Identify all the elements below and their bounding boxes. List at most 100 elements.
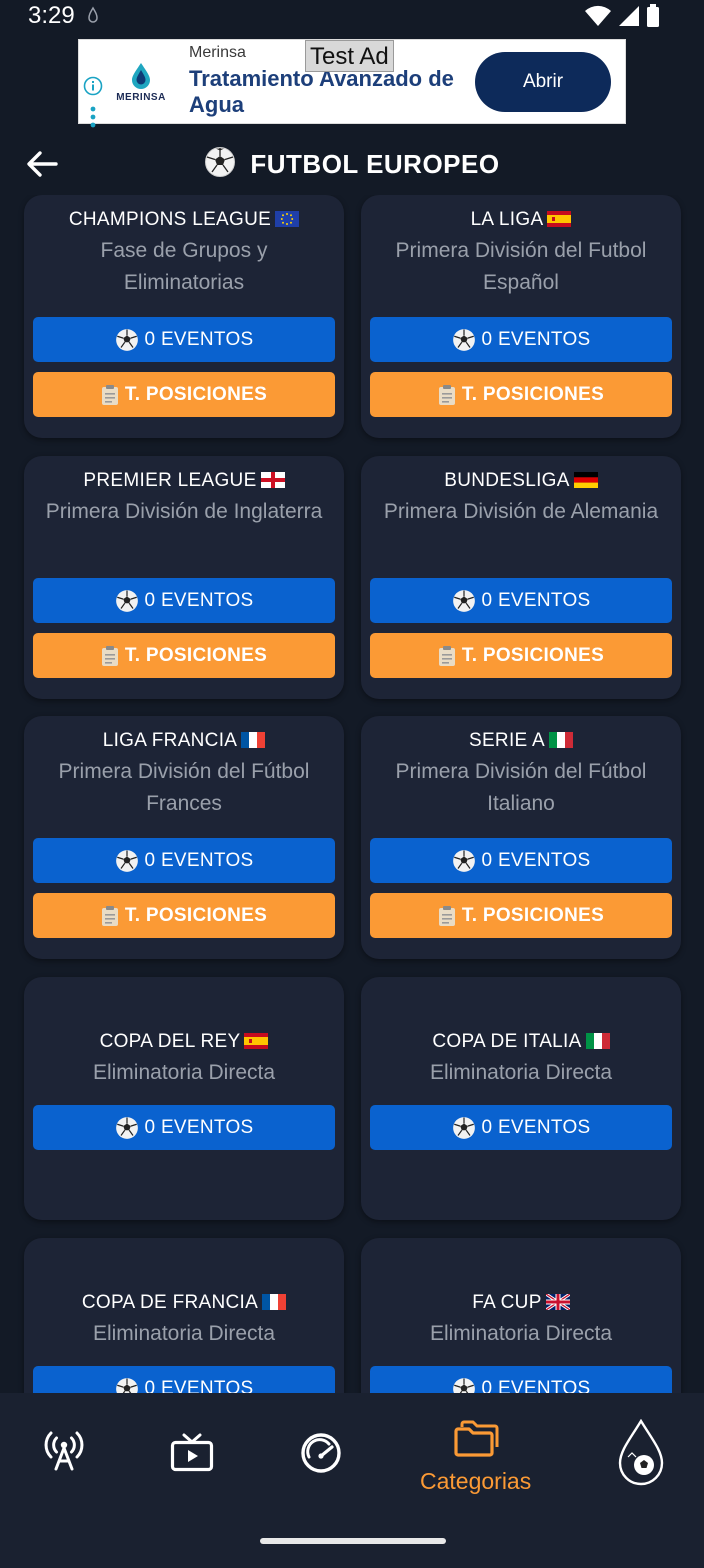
- ad-info-icon[interactable]: [83, 76, 103, 101]
- standings-button[interactable]: T. POSICIONES: [370, 893, 672, 938]
- soccer-ball-icon: [452, 1377, 476, 1393]
- league-subtitle: Eliminatoria Directa: [92, 1322, 276, 1345]
- standings-button-label: T. POSICIONES: [124, 644, 268, 666]
- test-ad-label: Test Ad: [305, 40, 394, 72]
- nav-categories-label[interactable]: Categorias: [420, 1468, 531, 1495]
- league-name-text: CHAMPIONS LEAGUE: [68, 209, 272, 230]
- page-title: FUTBOL EUROPEO: [250, 149, 500, 179]
- home-indicator[interactable]: [260, 1538, 446, 1544]
- league-card[interactable]: SERIE A Primera División del Fútbol Itali…: [361, 716, 681, 959]
- bottom-navigation: Categorias: [0, 1393, 704, 1568]
- app-logo-icon[interactable]: [616, 1418, 666, 1492]
- standings-button-label: T. POSICIONES: [461, 644, 605, 666]
- events-button[interactable]: 0 EVENTOS: [370, 578, 672, 623]
- standings-button-label: T. POSICIONES: [124, 383, 268, 405]
- league-card[interactable]: LIGA FRANCIA Primera División del Fútbol …: [24, 716, 344, 959]
- clipboard-icon: [438, 645, 456, 667]
- league-subtitle: Eliminatoria Directa: [429, 1061, 613, 1084]
- status-time: 3:29: [28, 2, 75, 29]
- events-button[interactable]: 0 EVENTOS: [33, 317, 335, 362]
- league-name-text: SERIE A: [468, 730, 546, 751]
- events-button-label: 0 EVENTOS: [481, 1377, 591, 1394]
- nav-tv[interactable]: [170, 1431, 214, 1478]
- ad-info-column[interactable]: [83, 76, 103, 134]
- events-button-label: 0 EVENTOS: [481, 328, 591, 350]
- nav-live[interactable]: [42, 1429, 86, 1476]
- league-card[interactable]: LA LIGA Primera División del Futbol Españ…: [361, 195, 681, 438]
- league-name-text: PREMIER LEAGUE: [83, 470, 257, 491]
- nav-results[interactable]: [299, 1431, 343, 1480]
- league-card[interactable]: COPA DE ITALIA Eliminatoria Directa 0 EVEN…: [361, 977, 681, 1220]
- tv-icon[interactable]: [170, 1431, 214, 1478]
- soccer-ball-icon: [452, 849, 476, 873]
- events-button[interactable]: 0 EVENTOS: [370, 317, 672, 362]
- clipboard-icon: [438, 905, 456, 927]
- ad-options-icon[interactable]: [89, 105, 97, 134]
- events-button-label: 0 EVENTOS: [481, 849, 591, 871]
- soccer-ball-icon: [115, 589, 139, 613]
- clipboard-icon: [101, 905, 119, 927]
- soccer-ball-icon: [115, 1377, 139, 1393]
- league-grid[interactable]: CHAMPIONS LEAGUE Fase de Grupos y Elimina…: [0, 195, 704, 1393]
- flag-de-icon: [573, 472, 598, 494]
- standings-button-label: T. POSICIONES: [461, 904, 605, 926]
- league-subtitle: Primera División del Fútbol Frances: [58, 760, 310, 815]
- events-button[interactable]: 0 EVENTOS: [370, 1105, 672, 1150]
- standings-button[interactable]: T. POSICIONES: [33, 893, 335, 938]
- league-subtitle: Primera División de Inglaterra: [45, 500, 323, 523]
- status-bar: 3:29: [0, 0, 704, 36]
- soccer-ball-icon: [115, 849, 139, 873]
- ad-open-button[interactable]: Abrir: [475, 52, 611, 112]
- nav-app-logo[interactable]: [616, 1418, 666, 1492]
- league-name-text: COPA DE FRANCIA: [81, 1292, 259, 1313]
- league-card[interactable]: CHAMPIONS LEAGUE Fase de Grupos y Elimina…: [24, 195, 344, 438]
- standings-button[interactable]: T. POSICIONES: [370, 372, 672, 417]
- events-button[interactable]: 0 EVENTOS: [370, 838, 672, 883]
- league-name: FA CUP: [361, 1292, 681, 1316]
- league-name-text: COPA DE ITALIA: [432, 1031, 582, 1052]
- events-button-label: 0 EVENTOS: [144, 1377, 254, 1394]
- league-card[interactable]: COPA DE FRANCIA Eliminatoria Directa 0 EVE…: [24, 1238, 344, 1393]
- events-button[interactable]: 0 EVENTOS: [33, 1105, 335, 1150]
- soccer-ball-icon: [452, 1116, 476, 1140]
- soccer-ball-icon: [452, 328, 476, 352]
- standings-button-label: T. POSICIONES: [461, 383, 605, 405]
- folder-icon[interactable]: [453, 1419, 499, 1464]
- events-button[interactable]: 0 EVENTOS: [33, 578, 335, 623]
- flag-it-icon: [549, 732, 574, 754]
- league-name-text: FA CUP: [472, 1292, 542, 1313]
- ad-headline[interactable]: Tratamiento Avanzado de Agua: [189, 66, 479, 118]
- app-screen: 3:29 MERINSA Merinsa Tratamiento Avanzad…: [0, 0, 704, 1568]
- league-name: LA LIGA: [361, 209, 681, 233]
- standings-button[interactable]: T. POSICIONES: [33, 633, 335, 678]
- league-card[interactable]: COPA DEL REY Eliminatoria Directa 0 EVENTO…: [24, 977, 344, 1220]
- league-card[interactable]: PREMIER LEAGUE Primera División de Inglat…: [24, 456, 344, 699]
- battery-icon: [646, 4, 660, 33]
- league-name-text: LA LIGA: [470, 209, 544, 230]
- events-button[interactable]: 0 EVENTOS: [33, 1366, 335, 1393]
- events-button[interactable]: 0 EVENTOS: [33, 838, 335, 883]
- league-card[interactable]: BUNDESLIGA Primera División de Alemania 0 …: [361, 456, 681, 699]
- standings-button[interactable]: T. POSICIONES: [370, 633, 672, 678]
- soccer-ball-icon: [115, 1116, 139, 1140]
- soccer-ball-icon: [452, 589, 476, 613]
- clipboard-icon: [101, 384, 119, 406]
- events-button[interactable]: 0 EVENTOS: [370, 1366, 672, 1393]
- speedometer-icon[interactable]: [299, 1431, 343, 1480]
- league-card[interactable]: FA CUP Eliminatoria Directa 0 EVENTOS: [361, 1238, 681, 1393]
- league-name-text: COPA DEL REY: [99, 1031, 241, 1052]
- flag-fr-icon: [262, 1294, 287, 1316]
- clipboard-icon: [101, 645, 119, 667]
- events-button-label: 0 EVENTOS: [481, 1116, 591, 1138]
- flag-fr-icon: [241, 732, 266, 754]
- league-name: SERIE A: [361, 730, 681, 754]
- clipboard-icon: [438, 384, 456, 406]
- events-button-label: 0 EVENTOS: [144, 849, 254, 871]
- broadcast-icon[interactable]: [42, 1429, 86, 1476]
- standings-button[interactable]: T. POSICIONES: [33, 372, 335, 417]
- league-subtitle: Eliminatoria Directa: [92, 1061, 276, 1084]
- nav-categories[interactable]: Categorias: [420, 1419, 531, 1495]
- events-button-label: 0 EVENTOS: [481, 589, 591, 611]
- flag-gb-icon: [544, 1292, 571, 1316]
- league-subtitle: Fase de Grupos y Eliminatorias: [100, 239, 268, 294]
